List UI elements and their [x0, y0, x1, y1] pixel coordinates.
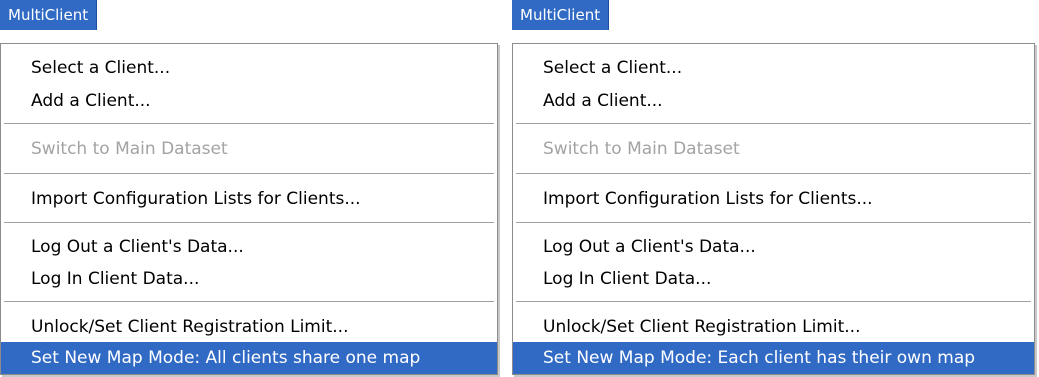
menu-item-import-configuration-lists[interactable]: Import Configuration Lists for Clients..…	[1, 183, 497, 215]
menubar-multiclient[interactable]: MultiClient	[0, 0, 98, 30]
menu-item-log-in-client-data[interactable]: Log In Client Data...	[513, 263, 1034, 295]
menu-separator	[4, 173, 494, 175]
menu-item-switch-main-dataset: Switch to Main Dataset	[543, 139, 740, 159]
menu-item-unlock-registration-limit[interactable]: Unlock/Set Client Registration Limit...	[1, 311, 497, 343]
multiclient-dropdown-menu: Select a Client... Add a Client... Switc…	[512, 43, 1035, 375]
multiclient-dropdown-menu: Select a Client... Add a Client... Switc…	[0, 43, 498, 375]
menu-separator	[4, 123, 494, 125]
menu-item-log-out-client-data[interactable]: Log Out a Client's Data...	[1, 231, 497, 263]
menu-item-log-out-client-data[interactable]: Log Out a Client's Data...	[513, 231, 1034, 263]
menu-item-log-in-client-data[interactable]: Log In Client Data...	[1, 263, 497, 295]
menu-item-unlock-registration-limit[interactable]: Unlock/Set Client Registration Limit...	[513, 311, 1034, 343]
menu-item-set-new-map-mode[interactable]: Set New Map Mode: All clients share one …	[1, 342, 497, 374]
menu-separator	[516, 222, 1031, 224]
menu-item-switch-main-dataset: Switch to Main Dataset	[31, 139, 228, 159]
menu-separator	[516, 173, 1031, 175]
menubar-multiclient[interactable]: MultiClient	[512, 0, 610, 30]
menu-item-add-client[interactable]: Add a Client...	[1, 85, 497, 117]
menu-item-select-client[interactable]: Select a Client...	[1, 52, 497, 84]
menu-panel-left: MultiClient Select a Client... Add a Cli…	[0, 0, 500, 377]
menu-separator	[4, 301, 494, 303]
menu-panel-right: MultiClient Select a Client... Add a Cli…	[512, 0, 1039, 377]
menu-separator	[516, 123, 1031, 125]
menu-item-select-client[interactable]: Select a Client...	[513, 52, 1034, 84]
menu-separator	[4, 222, 494, 224]
menu-item-add-client[interactable]: Add a Client...	[513, 85, 1034, 117]
menu-item-import-configuration-lists[interactable]: Import Configuration Lists for Clients..…	[513, 183, 1034, 215]
menu-item-set-new-map-mode[interactable]: Set New Map Mode: Each client has their …	[513, 342, 1034, 374]
menu-separator	[516, 301, 1031, 303]
